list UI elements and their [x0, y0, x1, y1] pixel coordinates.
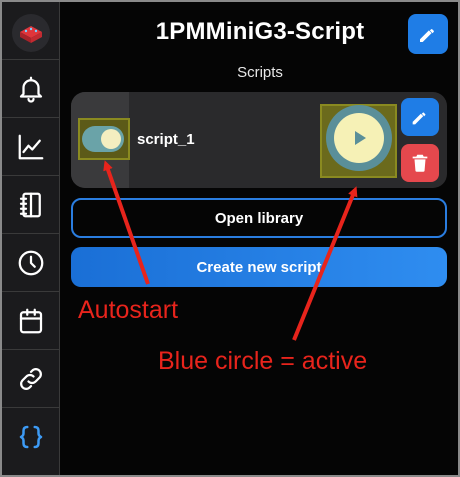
script-name: script_1	[137, 131, 195, 148]
play-button[interactable]	[326, 105, 392, 171]
edit-script-button[interactable]	[401, 98, 439, 136]
sidebar-item-statistics[interactable]	[2, 118, 60, 176]
delete-script-button[interactable]	[401, 144, 439, 182]
sidebar-item-notifications[interactable]	[2, 60, 60, 118]
sidebar-item-calendar[interactable]	[2, 292, 60, 350]
play-icon	[355, 131, 366, 145]
open-library-button[interactable]: Open library	[71, 198, 447, 238]
autostart-label: Autostart	[78, 296, 179, 324]
create-new-script-button[interactable]: Create new script	[71, 247, 447, 287]
sidebar	[2, 2, 60, 475]
autostart-toggle[interactable]	[82, 126, 124, 152]
sidebar-item-logs[interactable]	[2, 176, 60, 234]
device-logo-icon	[12, 14, 50, 52]
link-icon	[20, 367, 42, 390]
sidebar-item-schedules[interactable]	[2, 234, 60, 292]
clock-icon	[18, 250, 44, 275]
toggle-knob	[101, 129, 121, 149]
sidebar-item-links[interactable]	[2, 350, 60, 408]
blue-circle-label: Blue circle = active	[158, 347, 368, 375]
sidebar-item-scripts[interactable]	[2, 408, 60, 466]
notebook-icon	[19, 192, 41, 217]
pencil-icon	[412, 112, 426, 125]
sidebar-item-device[interactable]	[2, 2, 60, 60]
chart-line-icon	[18, 134, 44, 159]
section-subtitle: Scripts	[237, 64, 283, 81]
trash-icon	[412, 154, 428, 172]
pencil-icon	[420, 29, 434, 42]
edit-device-button[interactable]	[408, 14, 448, 54]
calendar-icon	[19, 308, 43, 333]
play-button-inner	[334, 113, 384, 163]
bell-icon	[19, 76, 43, 103]
code-braces-icon	[19, 425, 43, 449]
page-title: 1PMMiniG3-Script	[155, 18, 365, 45]
